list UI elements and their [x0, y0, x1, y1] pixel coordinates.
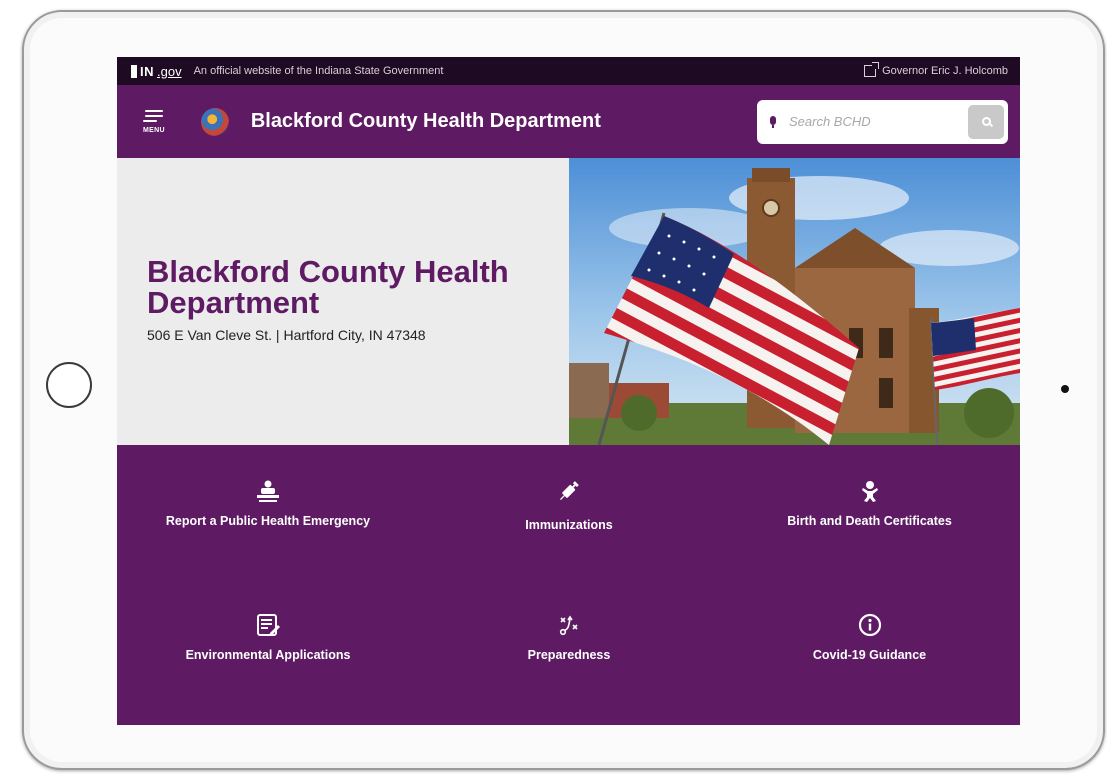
state-gov-bar: IN .gov An official website of the Indian…: [117, 57, 1020, 85]
state-seal-icon[interactable]: [200, 107, 229, 136]
site-header: MENU Blackford County Health Department: [117, 85, 1020, 158]
governor-link-label: Governor Eric J. Holcomb: [882, 65, 1008, 77]
info-icon: [857, 612, 883, 638]
hero-banner: Blackford County Health Department 506 E…: [117, 158, 1020, 445]
hero-title: Blackford County Health Department: [147, 254, 509, 320]
courthouse-flag-illustration: [569, 158, 1020, 445]
site-title[interactable]: Blackford County Health Department: [251, 110, 601, 133]
hero-address: 506 E Van Cleve St. | Hartford City, IN …: [147, 327, 426, 343]
microphone-icon[interactable]: [769, 115, 777, 128]
tile-preparedness[interactable]: Preparedness: [419, 590, 719, 725]
hero-text-panel: Blackford County Health Department 506 E…: [117, 158, 569, 445]
indiana-mark-icon: [131, 64, 137, 78]
baby-icon: [857, 478, 883, 504]
tablet-camera: [1061, 385, 1069, 393]
search-box: [757, 99, 1008, 144]
tile-birth-death-certificates[interactable]: Birth and Death Certificates: [719, 445, 1020, 590]
tile-label: Environmental Applications: [185, 648, 351, 662]
tile-label: Preparedness: [527, 648, 611, 662]
tile-label: Birth and Death Certificates: [787, 514, 952, 528]
hamburger-icon-bar: [144, 114, 163, 117]
search-button[interactable]: [968, 104, 1004, 139]
hamburger-icon-bar: [144, 109, 163, 112]
courthouse-flag-photo: [569, 158, 1020, 445]
tile-label: Immunizations: [525, 518, 613, 532]
strategy-icon: [556, 612, 582, 638]
official-website-text: An official website of the Indiana State…: [193, 65, 444, 77]
tablet-home-button[interactable]: [46, 362, 92, 408]
tile-environmental-applications[interactable]: Environmental Applications: [117, 590, 419, 725]
search-icon: [981, 117, 991, 126]
website-screen: IN .gov An official website of the Indian…: [117, 57, 1020, 725]
menu-label: MENU: [143, 126, 165, 134]
in-gov-logo[interactable]: IN .gov: [131, 64, 182, 79]
tile-immunizations[interactable]: Immunizations: [419, 445, 719, 590]
external-link-icon: [864, 62, 880, 77]
emergency-icon: [255, 478, 281, 504]
search-input[interactable]: [789, 114, 968, 129]
in-gov-logo-gov: .gov: [157, 63, 182, 79]
tile-label: Covid-19 Guidance: [812, 648, 927, 662]
tile-report-emergency[interactable]: Report a Public Health Emergency: [117, 445, 419, 590]
menu-button[interactable]: MENU: [143, 109, 165, 134]
tile-covid-19-guidance[interactable]: Covid-19 Guidance: [719, 590, 1020, 725]
hamburger-icon-bar: [143, 119, 157, 122]
governor-link[interactable]: Governor Eric J. Holcomb: [864, 62, 1008, 77]
application-form-icon: [255, 612, 281, 638]
in-gov-logo-in: IN: [140, 63, 154, 79]
tile-label: Report a Public Health Emergency: [165, 514, 371, 528]
syringe-icon: [556, 478, 582, 504]
service-tiles: Report a Public Health Emergency Immuniz…: [117, 445, 1020, 725]
